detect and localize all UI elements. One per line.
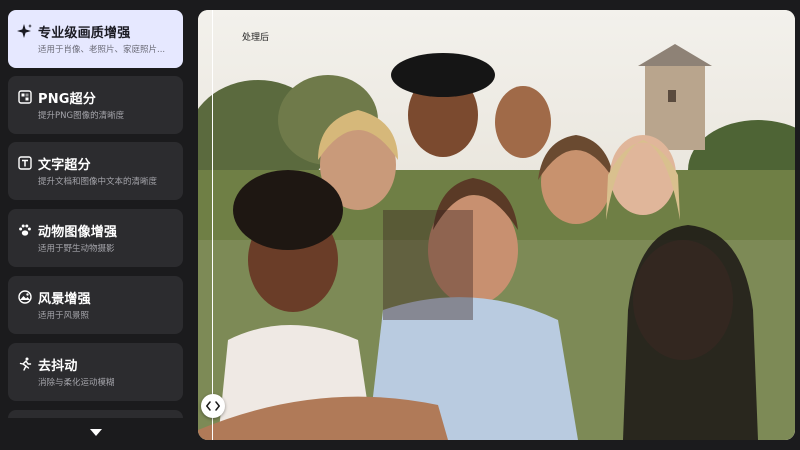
feature-card-title: 动物图像增强 bbox=[38, 225, 118, 240]
preview-photo bbox=[198, 10, 795, 440]
feature-card-desc: 适用于肖像、老照片、家庭照片... bbox=[38, 45, 166, 55]
feature-card-deblur[interactable]: 去抖动 消除与柔化运动模糊 bbox=[8, 343, 183, 401]
landscape-icon bbox=[17, 289, 33, 305]
feature-sidebar: 专业级画质增强 适用于肖像、老照片、家庭照片... PNG超分 提升PNG图像的… bbox=[0, 0, 192, 450]
image-compare-viewer[interactable]: 处理后 bbox=[198, 10, 795, 440]
compare-divider[interactable] bbox=[212, 10, 213, 440]
sparkle-icon bbox=[17, 23, 33, 39]
feature-card-pro-enhance[interactable]: 专业级画质增强 适用于肖像、老照片、家庭照片... bbox=[8, 10, 183, 68]
feature-card-desc: 适用于风景照 bbox=[38, 311, 90, 321]
feature-card-text-upscale[interactable]: 文字超分 提升文档和图像中文本的清晰度 bbox=[8, 142, 183, 200]
text-icon bbox=[17, 155, 33, 171]
code-arrows-icon[interactable] bbox=[201, 394, 225, 418]
chevron-down-icon[interactable] bbox=[85, 424, 107, 440]
feature-card-desc: 适用于野生动物摄影 bbox=[38, 244, 115, 254]
feature-card-desc: 消除与柔化运动模糊 bbox=[38, 378, 115, 388]
running-figure-icon bbox=[17, 356, 33, 372]
feature-card-title: 专业级画质增强 bbox=[38, 26, 131, 41]
paw-icon bbox=[17, 222, 33, 238]
feature-card-title: PNG超分 bbox=[38, 92, 97, 107]
feature-card-title: 文字超分 bbox=[38, 158, 91, 173]
feature-card-desc: 提升PNG图像的清晰度 bbox=[38, 111, 125, 121]
feature-card-desc: 提升文档和图像中文本的清晰度 bbox=[38, 177, 158, 187]
feature-card-landscape-enhance[interactable]: 风景增强 适用于风景照 bbox=[8, 276, 183, 334]
png-image-icon bbox=[17, 89, 33, 105]
feature-card-animal-enhance[interactable]: 动物图像增强 适用于野生动物摄影 bbox=[8, 209, 183, 267]
feature-card-title: 去抖动 bbox=[38, 359, 78, 374]
after-label: 处理后 bbox=[242, 33, 270, 43]
feature-card-title: 风景增强 bbox=[38, 292, 91, 307]
feature-card-partial bbox=[8, 410, 183, 418]
feature-card-png-upscale[interactable]: PNG超分 提升PNG图像的清晰度 bbox=[8, 76, 183, 134]
